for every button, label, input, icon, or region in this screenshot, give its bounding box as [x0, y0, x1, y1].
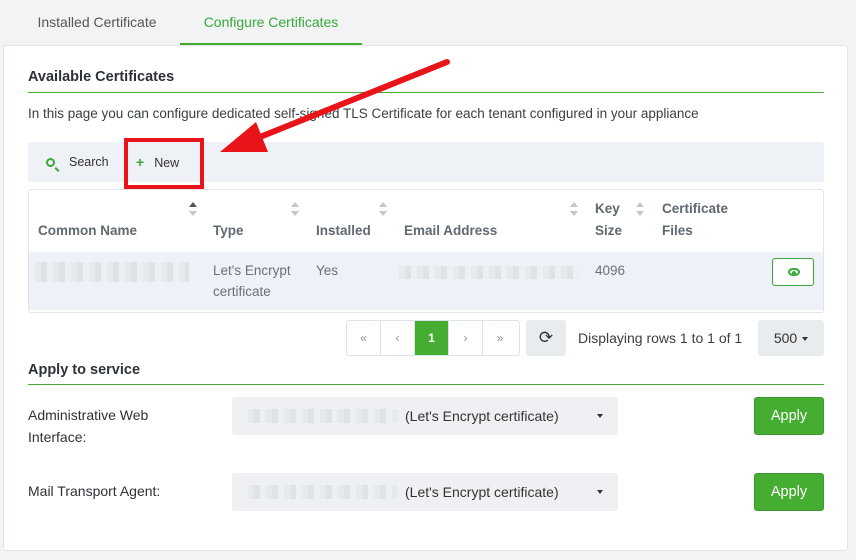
certificate-files-header-line2: Files — [662, 223, 693, 238]
eye-icon — [788, 268, 800, 276]
cell-type: Let's Encrypt certificate — [213, 260, 291, 302]
apply-admin-web-button[interactable]: Apply — [754, 397, 824, 435]
refresh-icon: ⟳ — [538, 328, 554, 347]
search-label: Search — [69, 155, 109, 169]
search-button[interactable]: Search — [46, 142, 109, 182]
page-size-value: 500 — [773, 330, 798, 346]
service-label-mail-transport: Mail Transport Agent: — [28, 483, 161, 499]
available-certificates-title: Available Certificates — [28, 69, 175, 85]
pagination: « ‹ 1 › » — [346, 320, 520, 356]
column-header-installed[interactable]: Installed — [316, 220, 371, 242]
search-icon — [46, 158, 55, 167]
column-header-common-name[interactable]: Common Name — [38, 220, 137, 242]
cell-installed: Yes — [316, 263, 339, 278]
last-page-button[interactable]: » — [483, 321, 517, 355]
column-header-email[interactable]: Email Address — [404, 220, 497, 242]
key-size-header-line1: Key — [595, 201, 620, 216]
redacted-certificate-name — [248, 485, 398, 499]
tab-bar: Installed Certificate Configure Certific… — [0, 0, 856, 45]
service-label-admin-web: Administrative Web Interface: — [28, 404, 148, 448]
certificates-table: Common Name Type Installed Email Address… — [28, 189, 824, 313]
main-panel: Available Certificates In this page you … — [3, 45, 848, 551]
sort-icon[interactable] — [189, 202, 197, 216]
table-row[interactable]: Let's Encrypt certificate Yes 4096 — [29, 252, 823, 310]
page-description: In this page you can configure dedicated… — [28, 106, 699, 121]
mail-transport-certificate-select[interactable]: (Let's Encrypt certificate) — [232, 473, 618, 511]
service-label-line1: Administrative Web — [28, 407, 149, 423]
view-certificate-button[interactable] — [772, 258, 814, 286]
redacted-email — [399, 266, 579, 279]
column-header-type[interactable]: Type — [213, 220, 244, 242]
page-1-button[interactable]: 1 — [415, 321, 449, 355]
annotation-highlight-box — [124, 138, 204, 189]
section-divider — [28, 384, 824, 385]
first-page-button[interactable]: « — [347, 321, 381, 355]
sort-icon[interactable] — [570, 202, 578, 216]
cell-type-line1: Let's Encrypt — [213, 263, 291, 278]
rows-status: Displaying rows 1 to 1 of 1 — [578, 330, 743, 346]
redacted-common-name — [35, 262, 189, 282]
key-size-header-line2: Size — [595, 223, 623, 238]
chevron-down-icon — [597, 414, 603, 418]
column-header-key-size[interactable]: Key Size — [595, 198, 622, 242]
chevron-down-icon — [597, 490, 603, 494]
sort-icon[interactable] — [636, 202, 644, 216]
service-label-line2: Interface: — [28, 429, 87, 445]
prev-page-button[interactable]: ‹ — [381, 321, 415, 355]
selected-certificate-text: (Let's Encrypt certificate) — [405, 484, 559, 500]
selected-certificate-text: (Let's Encrypt certificate) — [405, 408, 559, 424]
next-page-button[interactable]: › — [449, 321, 483, 355]
tab-installed-certificate[interactable]: Installed Certificate — [14, 0, 180, 45]
apply-to-service-title: Apply to service — [28, 362, 141, 378]
redacted-certificate-name — [248, 409, 398, 423]
chevron-down-icon — [802, 337, 809, 341]
certificate-files-header-line1: Certificate — [662, 201, 729, 216]
sort-icon[interactable] — [379, 202, 387, 216]
page-size-select[interactable]: 500 — [758, 320, 824, 356]
sort-icon[interactable] — [291, 202, 299, 216]
admin-web-certificate-select[interactable]: (Let's Encrypt certificate) — [232, 397, 618, 435]
refresh-button[interactable]: ⟳ — [526, 320, 566, 356]
column-header-certificate-files: Certificate Files — [662, 198, 728, 242]
tab-configure-certificates[interactable]: Configure Certificates — [180, 0, 362, 45]
apply-mail-transport-button[interactable]: Apply — [754, 473, 824, 511]
cell-type-line2: certificate — [213, 284, 271, 299]
section-divider — [28, 92, 824, 93]
cell-key-size: 4096 — [595, 263, 626, 278]
